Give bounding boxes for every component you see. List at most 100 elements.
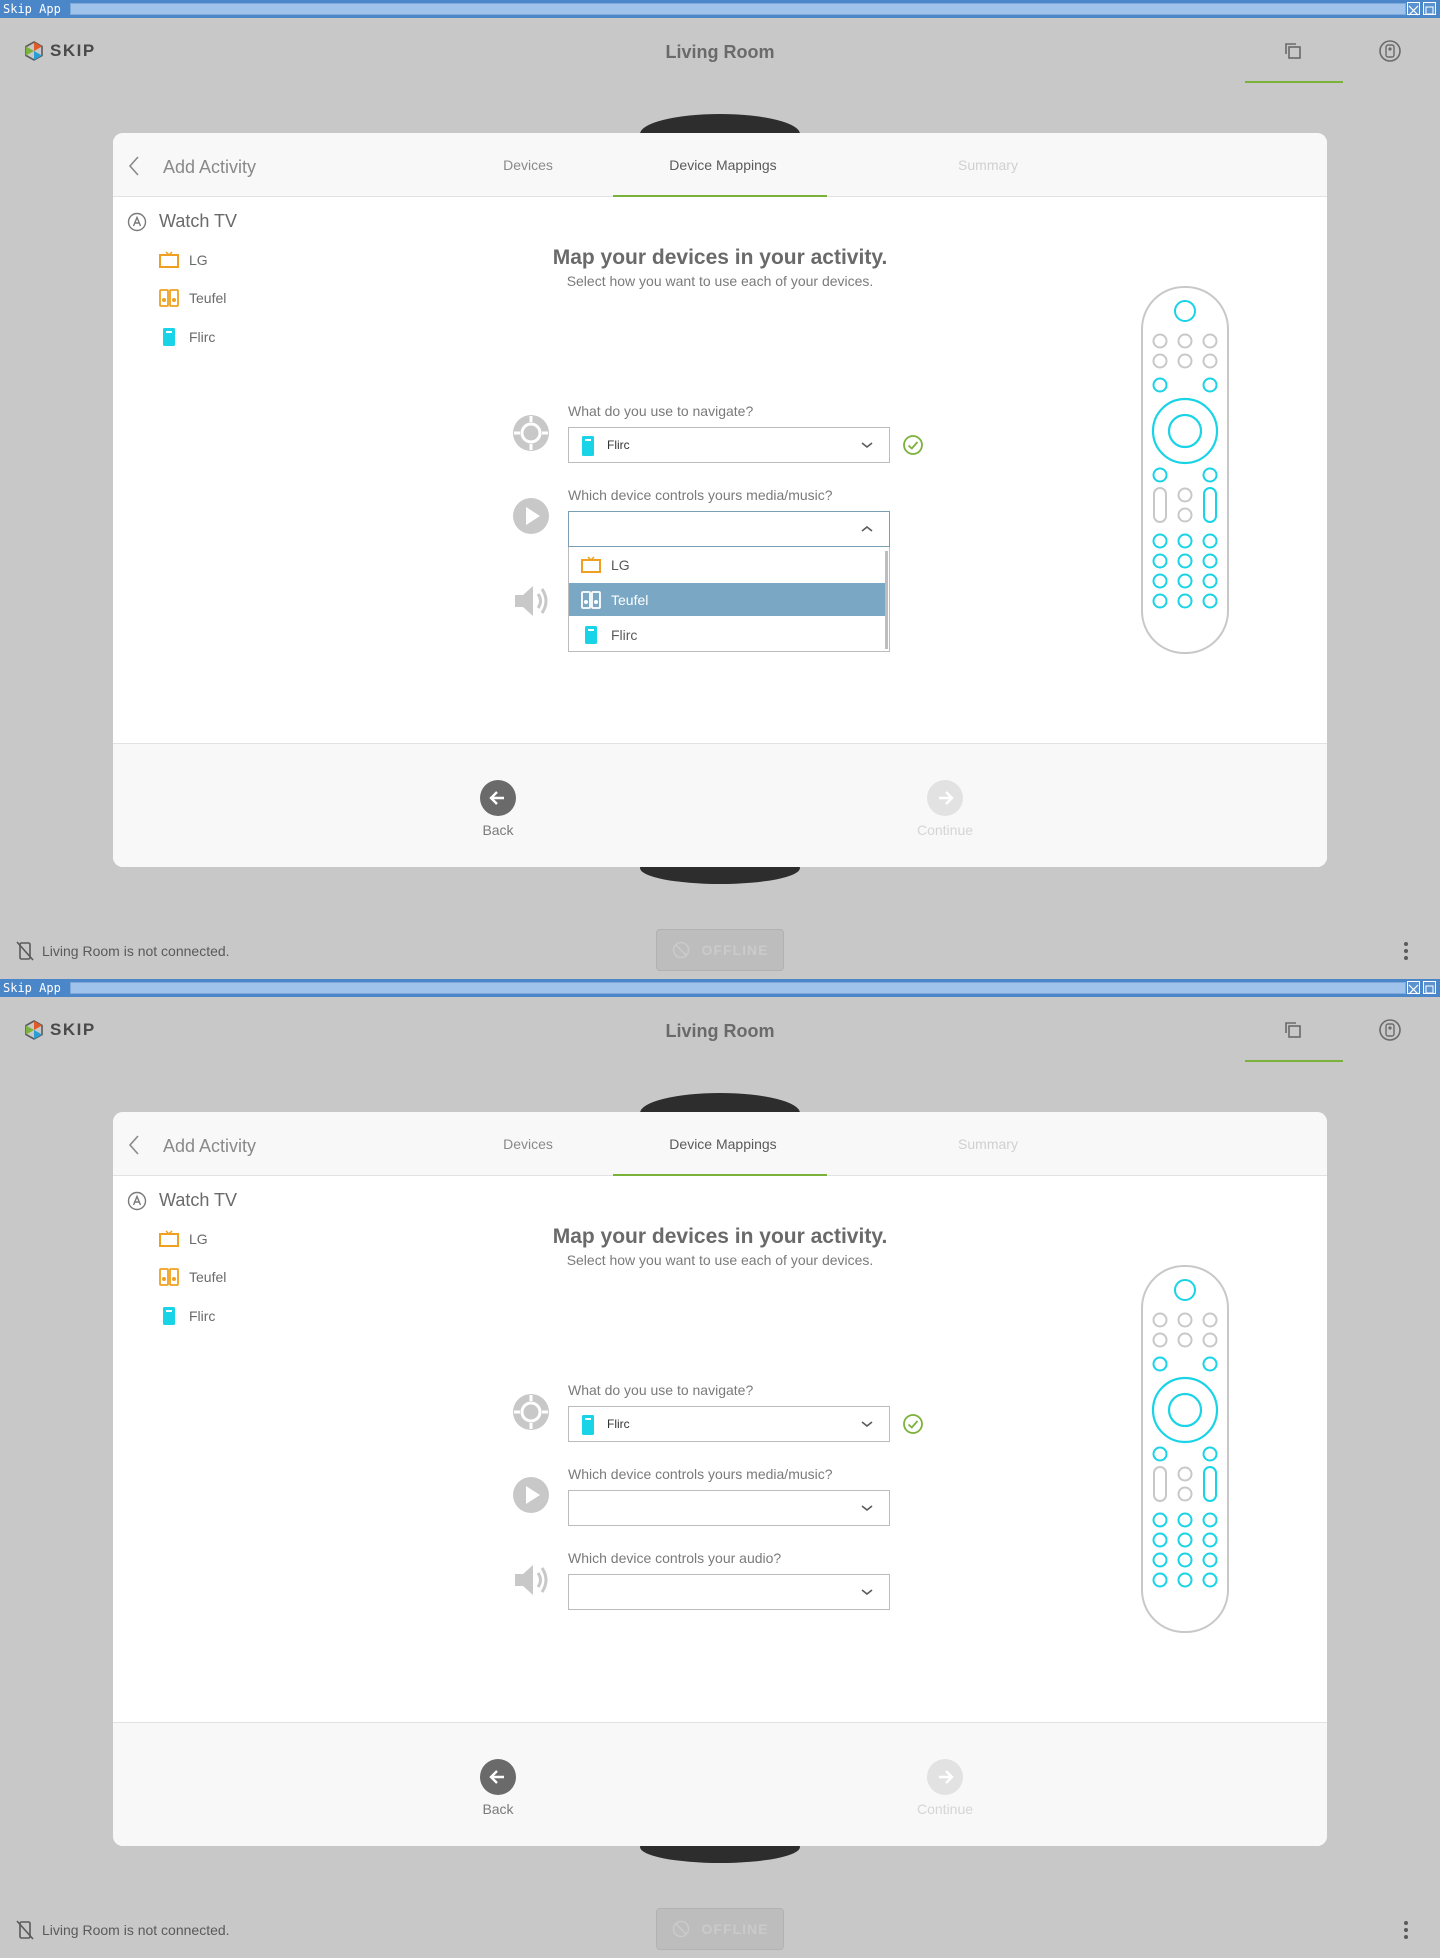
remote-device-icon (585, 625, 597, 644)
chevron-down-icon (861, 1589, 873, 1596)
active-tab-underline (1245, 1060, 1343, 1062)
window-maximize-button[interactable] (1423, 2, 1436, 15)
tv-icon (581, 555, 601, 573)
dropdown-option-label: Teufel (611, 591, 649, 608)
active-tab-underline (1245, 81, 1343, 83)
window-maximize-button[interactable] (1423, 981, 1436, 994)
arrow-left-icon (480, 780, 516, 816)
activity-a-icon (127, 1191, 147, 1210)
dialog-header: Add Activity Devices Device Mappings Sum… (113, 1112, 1327, 1176)
navigation-icon (513, 1394, 549, 1430)
tab-devices[interactable]: Devices (483, 1136, 573, 1152)
block-icon (672, 1920, 689, 1938)
dropdown-option-teufel[interactable]: Teufel (569, 583, 887, 616)
chevron-up-icon (861, 525, 873, 532)
continue-label: Continue (916, 1801, 974, 1817)
remote-device-icon (163, 1307, 175, 1325)
activity-name: Watch TV (159, 1190, 238, 1210)
screen-dropdown-open: Skip App SKIP Living Room Add Activity D… (0, 0, 1440, 979)
mapping-heading: Map your devices in your activity. (552, 246, 888, 269)
tab-summary[interactable]: Summary (933, 157, 1043, 173)
block-icon (672, 941, 689, 959)
window-title-strip (70, 3, 1406, 15)
dialog-title[interactable]: Add Activity (163, 157, 256, 178)
dialog-footer: Back Continue (113, 743, 1327, 867)
app-bar: SKIP Living Room (0, 997, 1440, 1065)
back-button[interactable]: Back (458, 780, 538, 838)
status-message: Living Room is not connected. (42, 943, 230, 959)
connection-status: Living Room is not connected. (16, 941, 230, 961)
dropdown-option-flirc[interactable]: Flirc (569, 618, 887, 651)
dialog-footer: Back Continue (113, 1722, 1327, 1846)
activities-icon[interactable] (1281, 38, 1307, 64)
mapping-heading: Map your devices in your activity. (552, 1225, 888, 1248)
more-options-icon[interactable] (1400, 940, 1412, 962)
connection-status: Living Room is not connected. (16, 1920, 230, 1940)
play-icon (513, 1477, 549, 1513)
back-chevron-icon[interactable] (127, 1134, 141, 1156)
chevron-down-icon (861, 1505, 873, 1512)
remote-illustration (1141, 286, 1229, 654)
window-close-button[interactable] (1407, 2, 1420, 16)
chevron-down-icon (861, 1421, 873, 1428)
offline-button[interactable]: OFFLINE (656, 1908, 784, 1950)
navigate-select[interactable]: Flirc (568, 1406, 890, 1442)
activity-a-icon (127, 212, 147, 231)
offline-button[interactable]: OFFLINE (656, 929, 784, 971)
activities-icon[interactable] (1281, 1017, 1307, 1043)
arrow-right-icon (927, 1759, 963, 1795)
tab-summary[interactable]: Summary (933, 1136, 1043, 1152)
remote-device-icon (163, 328, 175, 346)
audio-question: Which device controls your audio? (568, 1550, 782, 1566)
remote-illustration (1141, 1265, 1229, 1633)
check-circle-icon (903, 435, 923, 455)
audio-select[interactable] (568, 1574, 890, 1610)
window-title-strip (70, 982, 1406, 994)
navigate-select-value: Flirc (607, 1417, 630, 1431)
navigate-question: What do you use to navigate? (568, 403, 754, 419)
media-select[interactable] (568, 511, 890, 547)
tab-devices[interactable]: Devices (483, 157, 573, 173)
navigate-select[interactable]: Flirc (568, 427, 890, 463)
remote-device-icon (582, 1415, 594, 1435)
back-button[interactable]: Back (458, 1759, 538, 1817)
navigate-question: What do you use to navigate? (568, 1382, 754, 1398)
speaker-icon (159, 289, 179, 307)
window-title: Skip App (3, 981, 61, 995)
dropdown-option-lg[interactable]: LG (569, 548, 887, 581)
dialog-title[interactable]: Add Activity (163, 1136, 256, 1157)
back-chevron-icon[interactable] (127, 155, 141, 177)
arrow-right-icon (927, 780, 963, 816)
continue-button[interactable]: Continue (905, 780, 985, 838)
tab-device-mappings[interactable]: Device Mappings (613, 1136, 833, 1152)
add-activity-dialog: Add Activity Devices Device Mappings Sum… (113, 133, 1327, 867)
window-close-button[interactable] (1407, 981, 1420, 995)
remote-settings-icon[interactable] (1377, 38, 1403, 64)
remote-settings-icon[interactable] (1377, 1017, 1403, 1043)
room-title: Living Room (665, 42, 775, 62)
activity-name: Watch TV (159, 211, 238, 231)
back-label: Back (482, 822, 514, 838)
more-options-icon[interactable] (1400, 1919, 1412, 1941)
continue-button[interactable]: Continue (905, 1759, 985, 1817)
tab-underline (613, 1174, 827, 1176)
check-circle-icon (903, 1414, 923, 1434)
sidebar-device-name: Teufel (189, 1269, 227, 1285)
offline-label: OFFLINE (701, 942, 769, 958)
chevron-down-icon (861, 442, 873, 449)
continue-label: Continue (916, 822, 974, 838)
tab-device-mappings[interactable]: Device Mappings (613, 157, 833, 173)
media-dropdown-list: LG Teufel Flirc (568, 547, 890, 652)
tab-underline (613, 195, 827, 197)
window-titlebar: Skip App (0, 979, 1440, 997)
media-question: Which device controls yours media/music? (568, 487, 833, 503)
media-select[interactable] (568, 1490, 890, 1526)
sidebar-device-name: Flirc (189, 329, 216, 345)
dropdown-scrollbar[interactable] (885, 551, 888, 649)
add-activity-dialog: Add Activity Devices Device Mappings Sum… (113, 1112, 1327, 1846)
dialog-header: Add Activity Devices Device Mappings Sum… (113, 133, 1327, 197)
arrow-left-icon (480, 1759, 516, 1795)
navigate-select-value: Flirc (607, 438, 630, 452)
window-titlebar: Skip App (0, 0, 1440, 18)
offline-label: OFFLINE (701, 1921, 769, 1937)
